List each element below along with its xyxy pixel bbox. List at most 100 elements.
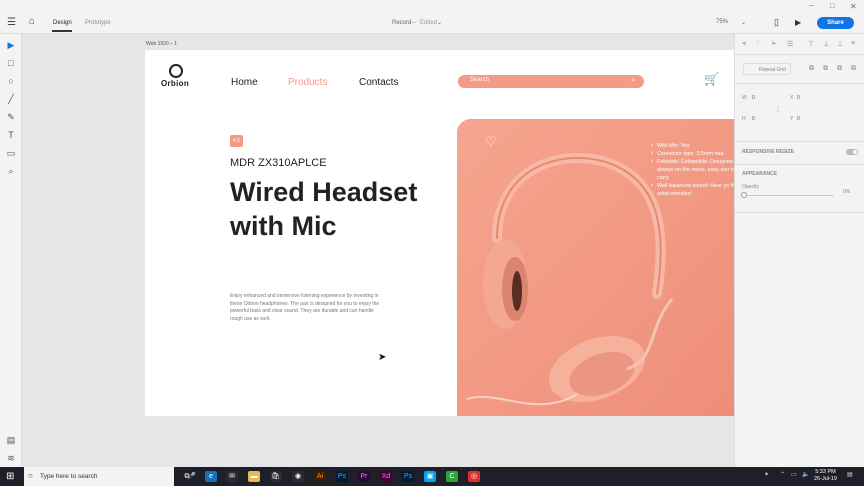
responsive-resize-toggle[interactable] (846, 149, 858, 155)
search-icon[interactable]: ⌕ (631, 77, 635, 85)
zoom-chevron-icon[interactable]: ⌄ (741, 19, 746, 26)
tab-prototype[interactable]: Prototype (85, 20, 111, 26)
file-explorer-icon[interactable]: ▬ (248, 471, 260, 482)
edge-browser-icon[interactable]: e (205, 471, 217, 482)
mail-icon[interactable]: ✉ (226, 471, 238, 482)
people-icon[interactable]: ✶ (764, 471, 769, 478)
chevron-down-icon[interactable]: ⌄ (437, 19, 442, 26)
artboard-tool-icon[interactable]: ▭ (5, 147, 17, 159)
xd-icon[interactable]: Xd (380, 471, 392, 482)
rectangle-tool-icon[interactable]: □ (5, 57, 17, 69)
windows-taskbar: ⊞ ○ Type here to search 🎤 ⧉ e ✉ ▬ 🛍 ◉ Ai… (0, 467, 864, 486)
document-status: Edited (420, 20, 438, 26)
product-description: Enjoy enhanced and immersive listening e… (230, 293, 380, 322)
logo-text: Orbion (161, 79, 190, 88)
chrome-icon[interactable]: ◉ (292, 471, 304, 482)
taskbar-search[interactable]: ○ Type here to search 🎤 (24, 467, 196, 486)
cart-icon[interactable]: 🛒 (704, 72, 719, 86)
opacity-slider[interactable] (741, 192, 834, 198)
illustrator-icon[interactable]: Ai (314, 471, 326, 482)
feature-item: Foldable/ Collapsible: Designed always o… (651, 158, 734, 182)
app-icon[interactable]: ▣ (424, 471, 436, 482)
product-headline-line2: with Mic (230, 211, 337, 241)
width-field[interactable]: 0 (752, 95, 755, 101)
feature-item: Connector type: 3.5mm hea (651, 150, 734, 158)
repeat-grid-button[interactable]: Repeat Grid (743, 63, 791, 75)
mouse-cursor-icon: ➤ (378, 352, 387, 363)
device-preview-icon[interactable]: ▯ (774, 17, 779, 28)
search-placeholder: Search (470, 77, 490, 83)
layers-icon[interactable]: ≋ (5, 452, 17, 464)
show-hidden-icons-icon[interactable]: ⌃ (780, 471, 785, 478)
windows-start-icon[interactable]: ⊞ (6, 471, 14, 482)
premiere-icon[interactable]: Pr (358, 471, 370, 482)
maximize-icon[interactable]: □ (830, 3, 834, 10)
cortana-icon: ○ (28, 471, 33, 480)
close-icon[interactable]: ✕ (850, 2, 857, 11)
active-tab-indicator (52, 30, 72, 32)
nav-home[interactable]: Home (231, 77, 258, 88)
zoom-tool-icon[interactable]: ⌕ (5, 165, 17, 177)
share-button[interactable]: Share (817, 17, 854, 29)
boolean-add-icon[interactable]: ⧉ (809, 65, 814, 73)
nav-contacts[interactable]: Contacts (359, 77, 398, 88)
divider (735, 141, 864, 142)
taskbar-search-placeholder: Type here to search (40, 473, 98, 480)
align-bottom-icon[interactable]: ⊥ (837, 40, 843, 48)
tool-bar: ▶ □ ○ ╱ ✎ T ▭ ⌕ ▤ ≋ (0, 34, 22, 467)
tab-design[interactable]: Design (53, 20, 72, 26)
home-icon[interactable]: ⌂ (29, 16, 35, 27)
align-middle-icon[interactable]: ⊥ (823, 40, 829, 48)
system-clock[interactable]: 5:33 PM 26-Jul-19 (814, 469, 837, 483)
divider (735, 212, 864, 213)
responsive-resize-label: RESPONSIVE RESIZE (742, 149, 794, 155)
photoshop-icon[interactable]: Ps (336, 471, 348, 482)
search-bar[interactable]: Search ⌕ (458, 75, 644, 88)
heart-icon[interactable]: ♡ (485, 134, 497, 150)
align-left-icon[interactable]: ⫷ (742, 40, 746, 48)
boolean-exclude-icon[interactable]: ⧉ (851, 65, 856, 73)
text-tool-icon[interactable]: T (5, 129, 17, 141)
feature-list: With Mic: Yes Connector type: 3.5mm hea … (651, 142, 734, 198)
clock-date: 26-Jul-19 (814, 476, 837, 482)
align-right-icon[interactable]: ⫸ (772, 40, 776, 48)
volume-icon[interactable]: 🔈 (802, 471, 809, 478)
pen-tool-icon[interactable]: ✎ (5, 111, 17, 123)
notifications-icon[interactable]: ▤ (847, 471, 853, 478)
zoom-level[interactable]: 75% (716, 19, 728, 25)
camtasia-icon[interactable]: C (446, 471, 458, 482)
artboard[interactable]: Orbion Home Products Contacts Search ⌕ 🛒… (145, 50, 734, 416)
align-top-icon[interactable]: ⊤ (808, 40, 814, 48)
product-model: MDR ZX310APLCE (230, 157, 327, 169)
boolean-intersect-icon[interactable]: ⧉ (837, 65, 842, 73)
minimize-icon[interactable]: ─ (809, 3, 814, 10)
distribute-vertical-icon[interactable]: ≡ (851, 40, 855, 47)
assets-icon[interactable]: ▤ (5, 434, 17, 446)
property-inspector: ⫷ ⫶ ⫸ ☰ ⊤ ⊥ ⊥ ≡ Repeat Grid ⧉ ⧉ ⧉ ⧉ W 0 … (734, 34, 864, 467)
repeat-grid-label: Repeat Grid (759, 67, 786, 73)
artboard-name[interactable]: Web 1920 – 1 (146, 41, 177, 47)
menu-icon[interactable]: ☰ (7, 17, 16, 28)
recorder-icon[interactable]: ◎ (468, 471, 480, 482)
opacity-value[interactable]: 0% (843, 189, 850, 195)
lock-aspect-icon[interactable]: ⋮ (775, 106, 781, 113)
distribute-icon[interactable]: ☰ (787, 40, 793, 48)
ellipse-tool-icon[interactable]: ○ (5, 75, 17, 87)
network-icon[interactable]: ▭ (791, 471, 797, 478)
align-center-icon[interactable]: ⫶ (757, 40, 759, 48)
photoshop-alt-icon[interactable]: Ps (402, 471, 414, 482)
task-view-icon[interactable]: ⧉ (181, 471, 193, 482)
select-tool-icon[interactable]: ▶ (5, 39, 17, 51)
orbion-logo-icon (169, 64, 183, 78)
height-field[interactable]: 0 (752, 116, 755, 122)
line-tool-icon[interactable]: ╱ (5, 93, 17, 105)
play-icon[interactable]: ▶ (795, 18, 801, 27)
rating-badge: 4.2 (230, 135, 243, 147)
boolean-subtract-icon[interactable]: ⧉ (823, 65, 828, 73)
x-field[interactable]: 0 (797, 95, 800, 101)
opacity-slider-thumb[interactable] (741, 192, 747, 198)
nav-products[interactable]: Products (288, 77, 327, 88)
height-label: H (742, 116, 746, 122)
store-icon[interactable]: 🛍 (270, 471, 282, 482)
y-field[interactable]: 0 (797, 116, 800, 122)
